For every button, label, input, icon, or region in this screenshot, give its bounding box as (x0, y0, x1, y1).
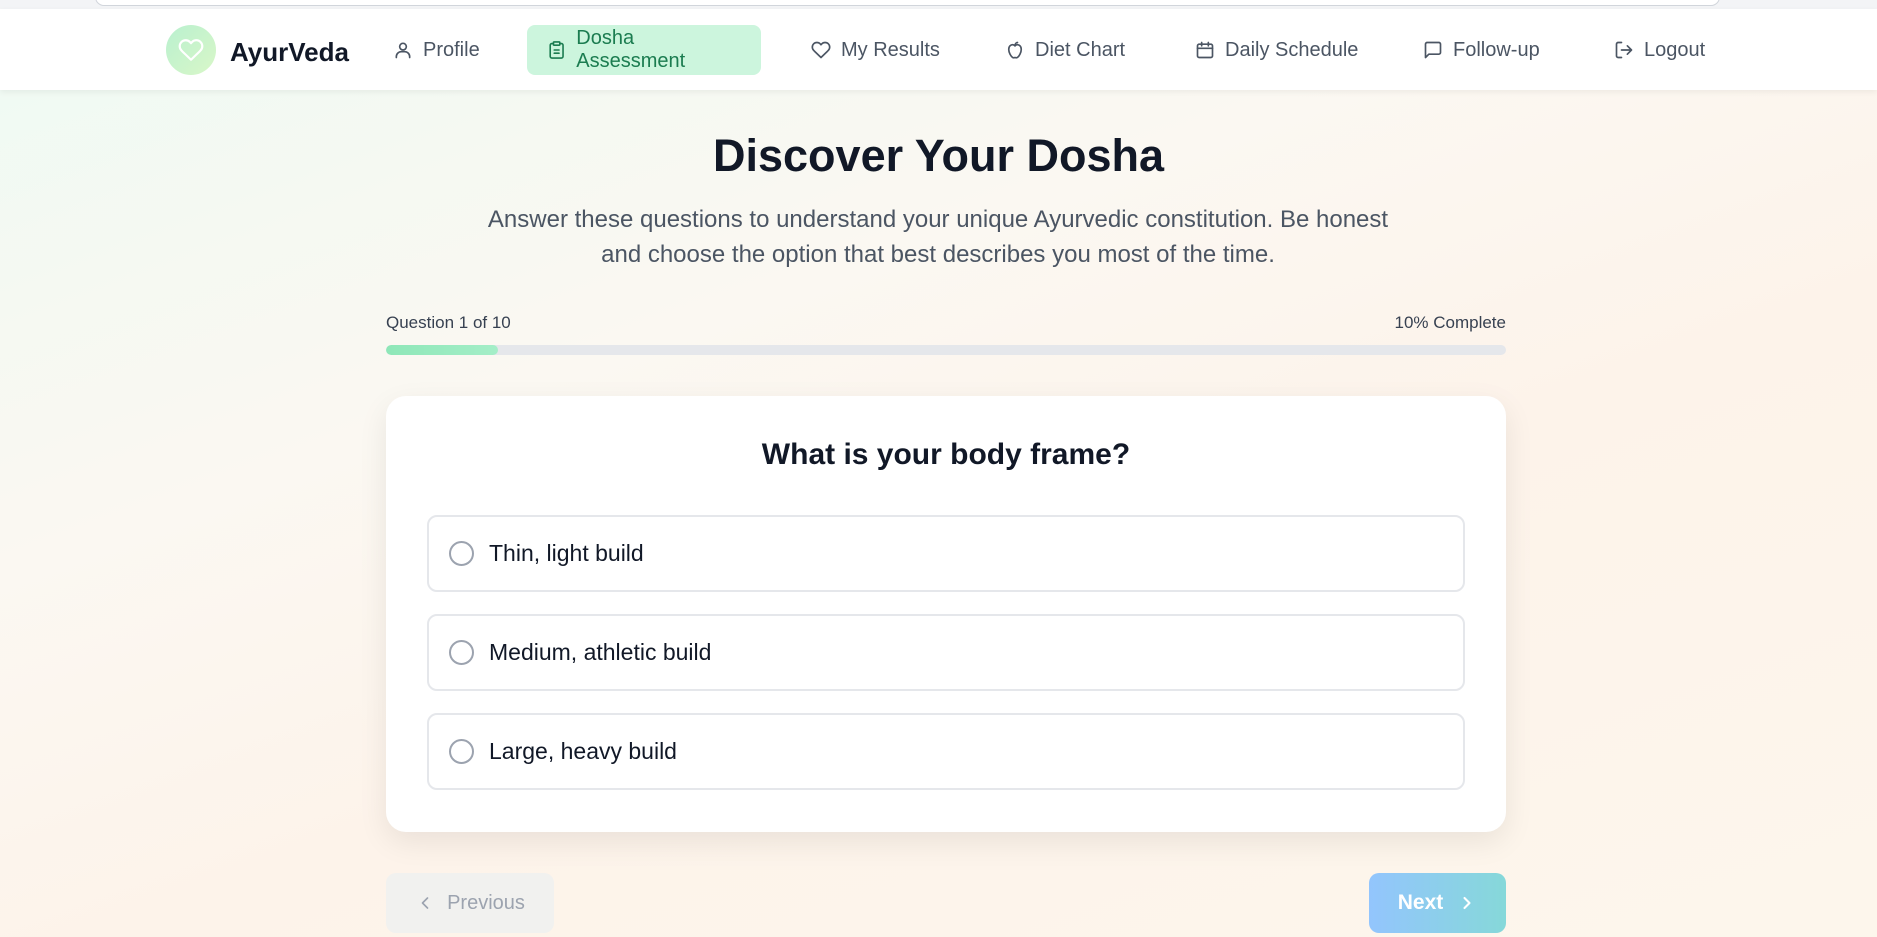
radio-button[interactable] (449, 541, 474, 566)
nav-item-my-results[interactable]: My Results (791, 25, 960, 75)
chevron-right-icon (1463, 896, 1471, 910)
logout-icon (1615, 41, 1633, 59)
answer-option[interactable]: Large, heavy build (427, 713, 1465, 790)
heart-icon (811, 41, 831, 59)
nav-item-follow-up[interactable]: Follow-up (1403, 25, 1560, 75)
message-icon (1424, 41, 1442, 59)
question-card: What is your body frame? Thin, light bui… (386, 396, 1506, 832)
user-icon (395, 42, 411, 59)
question-counter: Question 1 of 10 (386, 313, 511, 332)
nav-item-daily-schedule[interactable]: Daily Schedule (1175, 25, 1378, 75)
progress-bar (386, 345, 1506, 355)
answer-option[interactable]: Medium, athletic build (427, 614, 1465, 691)
previous-button[interactable]: Previous (386, 873, 554, 933)
heart-icon (178, 39, 204, 61)
answer-option[interactable]: Thin, light build (427, 515, 1465, 592)
nav-item-label: Daily Schedule (1225, 38, 1359, 61)
clipboard-icon (549, 41, 564, 59)
apple-icon (1007, 41, 1023, 59)
logo[interactable] (166, 25, 216, 75)
browser-chrome (0, 0, 1877, 9)
nav-item-diet-chart[interactable]: Diet Chart (985, 25, 1145, 75)
chevron-left-icon (421, 897, 429, 909)
app-name: AyurVeda (230, 37, 349, 67)
next-button[interactable]: Next (1369, 873, 1506, 933)
address-bar[interactable] (95, 0, 1720, 6)
next-button-label: Next (1397, 891, 1444, 914)
page-subtitle: Answer these questions to understand you… (487, 206, 1389, 268)
previous-button-label: Previous (447, 891, 525, 914)
nav-item-label: Logout (1644, 38, 1706, 61)
question-text: What is your body frame? (761, 438, 1131, 471)
nav-item-label: Profile (423, 38, 480, 61)
nav-item-label: Diet Chart (1035, 38, 1126, 61)
answer-option-label: Thin, light build (489, 540, 644, 566)
radio-button[interactable] (449, 640, 474, 665)
nav-item-profile[interactable]: Profile (373, 25, 500, 75)
nav-item-label: Dosha Assessment (576, 27, 686, 72)
calendar-icon (1196, 41, 1214, 59)
answer-option-label: Large, heavy build (489, 738, 677, 764)
nav-item-label: Follow-up (1453, 38, 1540, 61)
progress-fill (386, 345, 498, 355)
nav-item-logout[interactable]: Logout (1594, 25, 1725, 75)
nav-item-dosha-assessment[interactable]: Dosha Assessment (527, 25, 761, 75)
top-navbar: AyurVeda Profile Dosha Assessment My Res… (0, 9, 1877, 90)
answer-option-label: Medium, athletic build (489, 639, 712, 665)
progress-percent: 10% Complete (1394, 313, 1506, 332)
radio-button[interactable] (449, 739, 474, 764)
nav-item-label: My Results (841, 38, 940, 61)
page-title: Discover Your Dosha (713, 130, 1164, 181)
